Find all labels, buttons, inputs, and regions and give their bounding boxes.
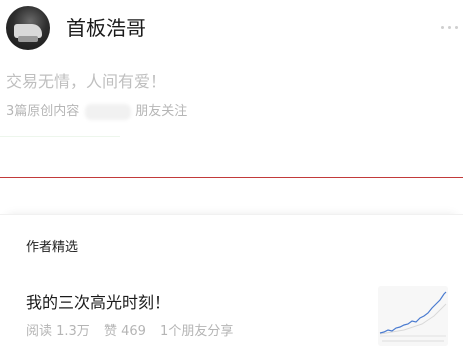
more-dots-icon[interactable] — [439, 24, 459, 32]
divider-red — [0, 177, 463, 178]
friends-follow-text[interactable]: 朋友关注 — [135, 103, 187, 121]
profile-page: 首板浩哥 交易无情，人间有爱！ 3篇原创内容 朋友关注 作者精选 我的三次高光时… — [0, 0, 463, 354]
avatar[interactable] — [6, 6, 50, 50]
original-count[interactable]: 3篇原创内容 — [6, 103, 79, 121]
article-meta: 阅读 1.3万 赞 469 1个朋友分享 — [26, 323, 243, 341]
article-title[interactable]: 我的三次高光时刻！ — [26, 292, 170, 314]
chart-icon — [378, 286, 448, 346]
article-likes: 赞 469 — [103, 324, 146, 339]
featured-section-title: 作者精选 — [26, 240, 79, 255]
friends-avatars-blurred — [85, 104, 132, 120]
divider-short — [0, 136, 120, 137]
article-friends-share: 1个朋友分享 — [160, 324, 234, 339]
profile-stats: 3篇原创内容 朋友关注 — [6, 103, 187, 121]
stock-chart-thumbnail[interactable] — [378, 286, 448, 346]
profile-name: 首板浩哥 — [66, 16, 146, 40]
featured-card: 作者精选 我的三次高光时刻！ 阅读 1.3万 赞 469 1个朋友分享 — [0, 214, 463, 354]
article-reads: 阅读 1.3万 — [26, 324, 90, 339]
profile-bio: 交易无情，人间有爱！ — [6, 72, 167, 91]
